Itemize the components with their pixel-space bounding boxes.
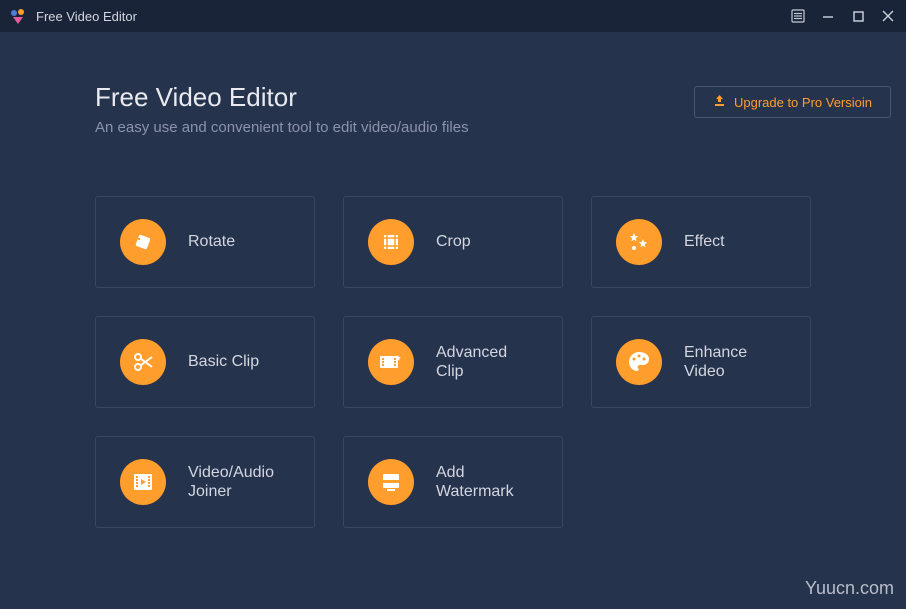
palette-icon: [616, 339, 662, 385]
tool-basic-clip[interactable]: Basic Clip: [95, 316, 315, 408]
main-content: Free Video Editor An easy use and conven…: [0, 32, 906, 528]
effect-icon: [616, 219, 662, 265]
joiner-icon: [120, 459, 166, 505]
watermark-icon: [368, 459, 414, 505]
tool-watermark[interactable]: Add Watermark: [343, 436, 563, 528]
titlebar-left: Free Video Editor: [10, 8, 137, 24]
tool-label: Rotate: [188, 232, 235, 251]
header-text: Free Video Editor An easy use and conven…: [95, 82, 469, 136]
tool-label: Basic Clip: [188, 352, 259, 371]
maximize-icon[interactable]: [850, 8, 866, 24]
tool-label: Effect: [684, 232, 725, 251]
page-title: Free Video Editor: [95, 82, 469, 113]
titlebar-controls: [790, 8, 896, 24]
upgrade-icon: [713, 94, 726, 110]
crop-icon: [368, 219, 414, 265]
tool-joiner[interactable]: Video/Audio Joiner: [95, 436, 315, 528]
tools-grid: Rotate Crop Ef: [95, 196, 846, 528]
scissors-icon: [120, 339, 166, 385]
upgrade-button[interactable]: Upgrade to Pro Versioin: [694, 86, 891, 118]
rotate-icon: [120, 219, 166, 265]
page-subtitle: An easy use and convenient tool to edit …: [95, 119, 469, 136]
close-icon[interactable]: [880, 8, 896, 24]
tool-label: Crop: [436, 232, 471, 251]
tool-label: Add Watermark: [436, 463, 538, 501]
header-row: Free Video Editor An easy use and conven…: [95, 82, 846, 136]
menu-icon[interactable]: [790, 8, 806, 24]
tool-label: Video/Audio Joiner: [188, 463, 290, 501]
tool-enhance-video[interactable]: Enhance Video: [591, 316, 811, 408]
tool-crop[interactable]: Crop: [343, 196, 563, 288]
titlebar: Free Video Editor: [0, 0, 906, 32]
tool-advanced-clip[interactable]: Advanced Clip: [343, 316, 563, 408]
upgrade-label: Upgrade to Pro Versioin: [734, 95, 872, 110]
page-watermark: Yuucn.com: [805, 578, 894, 599]
minimize-icon[interactable]: [820, 8, 836, 24]
advanced-clip-icon: [368, 339, 414, 385]
tool-effect[interactable]: Effect: [591, 196, 811, 288]
tool-label: Enhance Video: [684, 343, 786, 381]
tool-rotate[interactable]: Rotate: [95, 196, 315, 288]
app-logo-icon: [10, 8, 26, 24]
tool-label: Advanced Clip: [436, 343, 538, 381]
app-title: Free Video Editor: [36, 9, 137, 24]
